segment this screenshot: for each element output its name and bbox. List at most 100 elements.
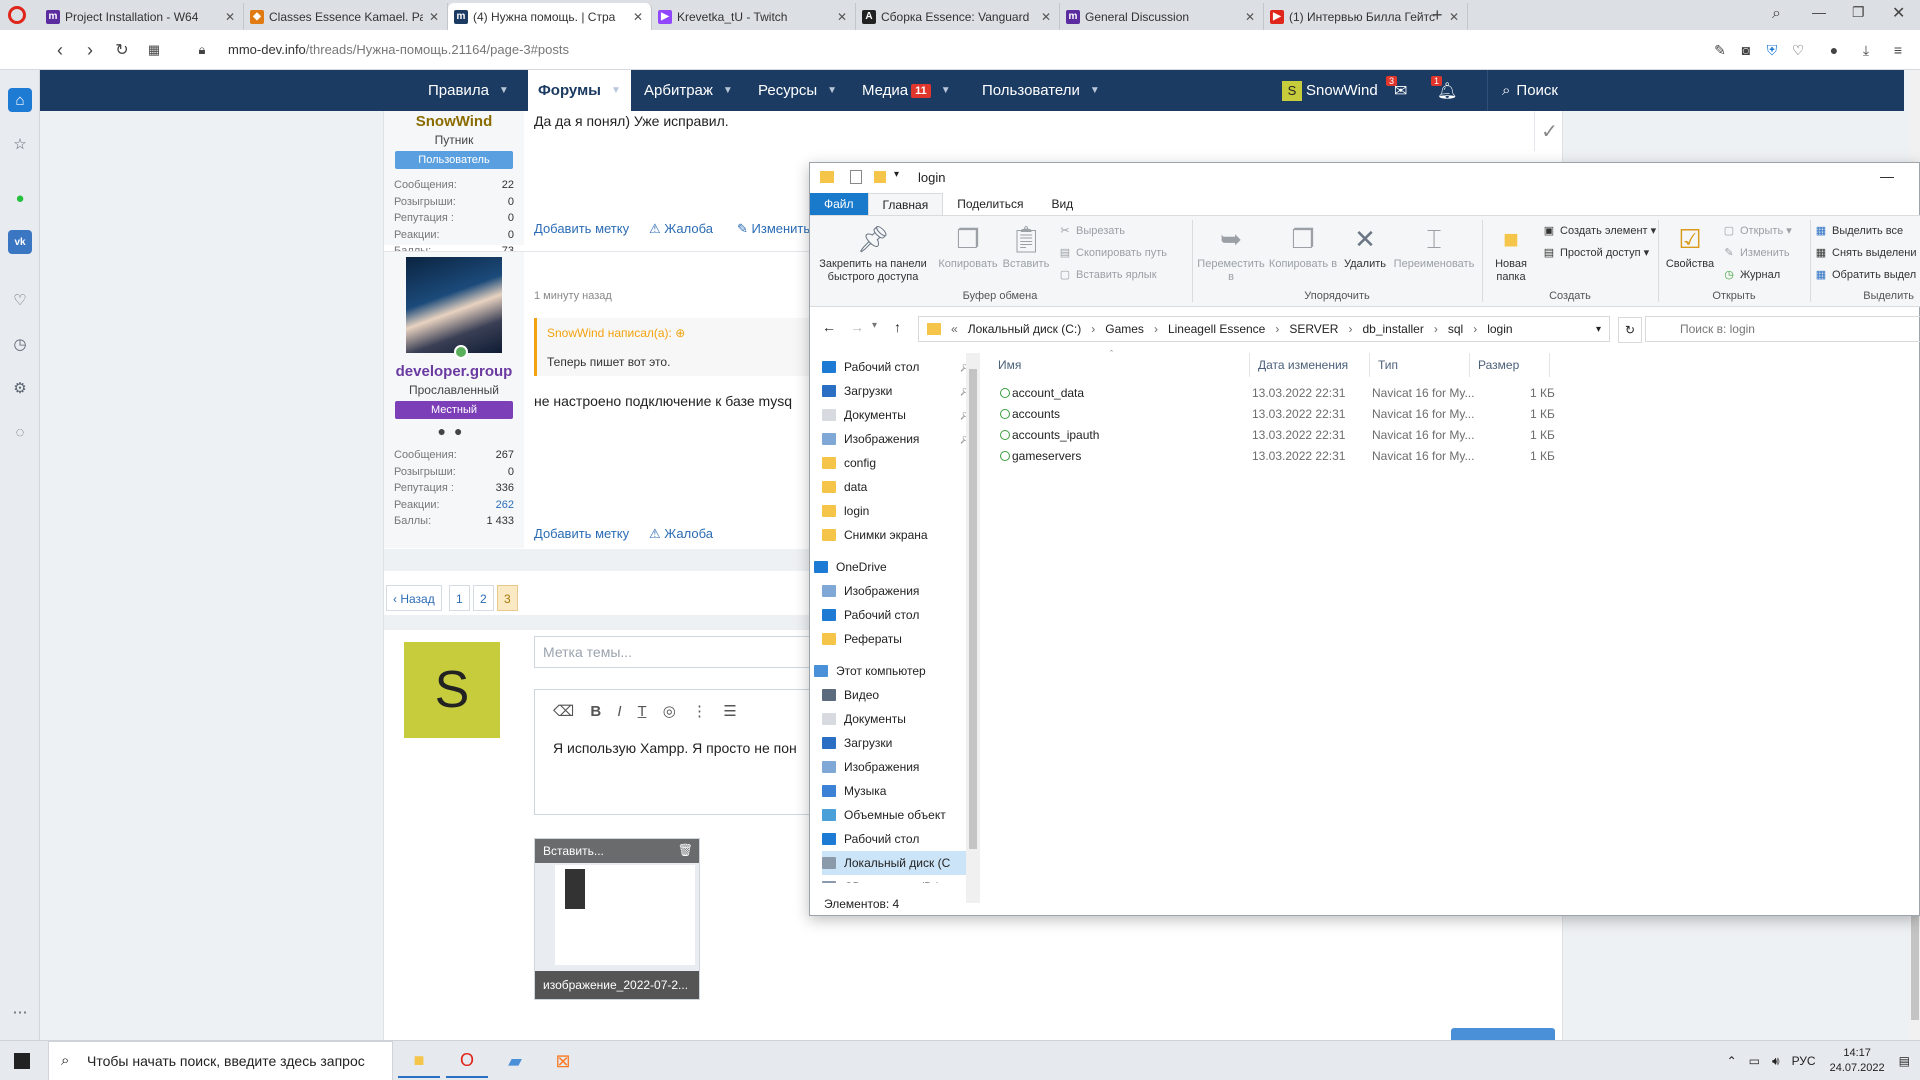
cut-button[interactable]: ✂ Вырезать [1058, 222, 1125, 241]
attachment-thumbnail[interactable]: Вставить... 🗑︎ изображение_2022-07-2... [534, 838, 700, 1000]
close-window-button[interactable]: ✕ [1892, 3, 1905, 23]
column-header[interactable]: Размер [1470, 353, 1550, 377]
path-segment[interactable]: db_installer [1362, 322, 1423, 336]
nav-item[interactable]: Изображения📌︎ [822, 427, 972, 451]
edit-button[interactable]: ✎ Изменить [1722, 244, 1789, 263]
opera-logo-icon[interactable] [8, 6, 26, 24]
column-header[interactable]: Имя [990, 353, 1250, 377]
vk-icon[interactable]: vk [8, 230, 32, 254]
menu-icon[interactable]: ≡ [1888, 40, 1908, 60]
forum-nav-item[interactable]: Ресурсы ▼ [758, 70, 837, 111]
download-icon[interactable]: ⤓ [1856, 40, 1876, 60]
minimize-window-button[interactable]: — [1812, 4, 1826, 20]
move-to-button[interactable]: ➥ Переместить в [1196, 224, 1266, 284]
chevron-down-icon[interactable]: ▼ [827, 85, 837, 96]
nav-item[interactable]: data [822, 475, 972, 499]
chevron-right-icon[interactable]: › [1275, 322, 1279, 336]
nav-item[interactable]: config [822, 451, 972, 475]
pin-quick-access-button[interactable]: 📌︎ Закрепить на панели быстрого доступа [816, 224, 930, 284]
network-icon[interactable]: ▭ [1749, 1054, 1760, 1068]
path-segment[interactable]: login [1487, 322, 1512, 336]
bookmark-check-icon[interactable]: ✓ [1534, 111, 1564, 151]
file-row[interactable]: account_data 13.03.2022 22:31 Navicat 16 f… [990, 383, 1590, 403]
close-tab-icon[interactable]: ✕ [631, 10, 645, 24]
user-menu[interactable]: S SnowWind [1282, 70, 1378, 111]
nav-item[interactable]: Изображения [822, 755, 972, 779]
easy-access-button[interactable]: ▤ Простой доступ ▾ [1542, 244, 1649, 263]
nav-item[interactable]: Документы📌︎ [822, 403, 972, 427]
history-icon[interactable]: ◷ [8, 332, 32, 356]
explorer-search-input[interactable]: Поиск в: login [1645, 316, 1920, 342]
reload-button[interactable]: ↻ [110, 38, 134, 62]
pagination-page[interactable]: 2 [473, 585, 494, 611]
nav-item[interactable]: Локальный диск (C [822, 851, 972, 875]
select-none-button[interactable]: ▦ Снять выделени [1814, 244, 1917, 263]
properties-qat-icon[interactable] [850, 170, 862, 184]
nav-item[interactable]: Музыка [822, 779, 972, 803]
pagination-page[interactable]: 3 [497, 585, 518, 611]
path-overflow-icon[interactable]: « [951, 322, 958, 336]
chevron-down-icon[interactable]: ▼ [611, 85, 621, 96]
delete-icon[interactable]: 🗑︎ [678, 843, 693, 857]
nav-item[interactable]: Загрузки📌︎ [822, 379, 972, 403]
taskbar-search-input[interactable]: ⌕ Чтобы начать поиск, введите здесь запр… [48, 1041, 393, 1080]
forward-button[interactable]: › [78, 38, 102, 62]
recent-dropdown-icon[interactable]: ▾ [872, 320, 877, 331]
file-row[interactable]: accounts_ipauth 13.03.2022 22:31 Navicat 1… [990, 425, 1590, 445]
notifications-icon[interactable]: ▤ [1899, 1054, 1910, 1068]
nav-item[interactable]: Рабочий стол [822, 827, 972, 851]
file-explorer-taskbar-icon[interactable]: ■ [398, 1044, 440, 1078]
close-tab-icon[interactable]: ✕ [835, 10, 849, 24]
close-tab-icon[interactable]: ✕ [1243, 10, 1257, 24]
more-icon[interactable]: ⋯ [8, 1000, 32, 1024]
column-header[interactable]: Тип [1370, 353, 1470, 377]
close-tab-icon[interactable]: ✕ [427, 10, 441, 24]
post-author-name[interactable]: SnowWind [384, 113, 524, 130]
tab-grid-icon[interactable]: ▦ [142, 38, 166, 62]
pagination-back[interactable]: ‹ Назад [386, 585, 442, 611]
chevron-right-icon[interactable]: › [1091, 322, 1095, 336]
browser-tab[interactable]: m Project Installation - W64 ✕ [40, 3, 244, 30]
post-time[interactable]: 1 минуту назад [534, 290, 612, 302]
new-folder-button[interactable]: ■ Новая папка [1486, 224, 1536, 284]
path-segment[interactable]: Локальный диск (C:) [968, 322, 1082, 336]
ribbon-tab[interactable]: Вид [1037, 193, 1087, 215]
select-all-button[interactable]: ▦ Выделить все [1814, 222, 1903, 241]
home-icon[interactable]: ⌂ [8, 88, 32, 112]
shield-icon[interactable]: ⛨ [1762, 40, 1782, 60]
path-segment[interactable]: Games [1105, 322, 1144, 336]
close-tab-icon[interactable]: ✕ [1447, 10, 1461, 24]
browser-tab[interactable]: ▶ Krevetka_tU - Twitch ✕ [652, 3, 856, 30]
nav-item[interactable]: Изображения [822, 579, 972, 603]
paste-button[interactable]: 📋︎ Вставить [1002, 224, 1050, 271]
rename-button[interactable]: ⌶ Переименовать [1390, 224, 1478, 271]
url-field[interactable]: mmo-dev.info/threads/Нужна-помощь.21164/… [228, 42, 569, 57]
heart-icon[interactable]: ♡ [1788, 40, 1808, 60]
nav-item[interactable]: Объемные объект [822, 803, 972, 827]
browser-tab[interactable]: ◆ Classes Essence Kamael. Ра ✕ [244, 3, 448, 30]
add-tag-link[interactable]: Добавить метку [534, 526, 629, 541]
forum-nav-item[interactable]: Медиа 11 ▼ [862, 70, 951, 111]
user-avatar[interactable] [406, 257, 502, 359]
paste-label[interactable]: Вставить... [535, 839, 699, 863]
nav-scrollbar-thumb[interactable] [969, 369, 977, 849]
path-segment[interactable]: Lineagell Essence [1168, 322, 1265, 336]
open-button[interactable]: ▢ Открыть ▾ [1722, 222, 1792, 241]
thread-tag-input[interactable]: Метка темы... [534, 636, 834, 668]
report-link[interactable]: ⚠ Жалоба [649, 221, 713, 237]
heart-icon[interactable]: ♡ [8, 288, 32, 312]
forward-arrow-icon[interactable]: → [850, 319, 864, 335]
inbox-button[interactable]: ✉ 3 [1386, 70, 1407, 111]
submit-button[interactable] [1451, 1028, 1555, 1040]
chevron-down-icon[interactable]: ▼ [1090, 85, 1100, 96]
language-indicator[interactable]: РУС [1792, 1054, 1816, 1068]
quote-author[interactable]: SnowWind написал(а): ⊕ [547, 326, 685, 340]
lightbulb-icon[interactable]: ◌ [8, 420, 32, 444]
editor-toolbar[interactable]: ⌫ B I T̲ ◎ ⋮ ☰ [553, 702, 743, 720]
edit-link[interactable]: ✎ Изменить [737, 221, 810, 237]
copy-to-button[interactable]: ❐ Копировать в [1268, 224, 1338, 271]
refresh-icon[interactable]: ↻ [1618, 317, 1642, 343]
nav-item[interactable]: Документы [822, 707, 972, 731]
ribbon-tab[interactable]: Файл [810, 193, 868, 215]
new-item-button[interactable]: ▣ Создать элемент ▾ [1542, 222, 1656, 241]
